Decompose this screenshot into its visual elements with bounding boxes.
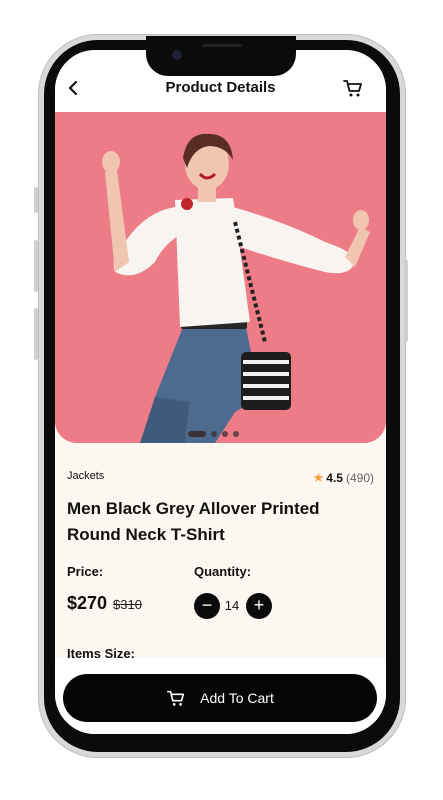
carousel-dot-active[interactable] xyxy=(188,431,206,437)
volume-down-button xyxy=(34,308,38,360)
quantity-label: Quantity: xyxy=(194,564,252,579)
product-title: Men Black Grey Allover Printed Round Nec… xyxy=(67,499,320,544)
power-button xyxy=(404,260,408,342)
header-cart-button[interactable] xyxy=(342,77,364,99)
carousel-dot[interactable] xyxy=(222,431,228,437)
product-image[interactable] xyxy=(55,112,386,443)
carousel-dots[interactable] xyxy=(188,424,244,437)
rating-value: 4.5 xyxy=(326,471,343,485)
old-price: $310 xyxy=(113,597,142,612)
product-category: Jackets xyxy=(67,470,105,482)
mute-switch xyxy=(34,187,38,213)
quantity-value: 14 xyxy=(224,598,240,613)
shopping-cart-icon xyxy=(167,690,185,706)
product-photo xyxy=(55,112,386,443)
volume-up-button xyxy=(34,240,38,292)
page-title: Product Details xyxy=(165,79,276,96)
price-label: Price: xyxy=(67,564,104,579)
carousel-dot[interactable] xyxy=(233,431,239,437)
rating-count: (490) xyxy=(345,471,374,485)
minus-icon: − xyxy=(201,595,213,615)
carousel-dot[interactable] xyxy=(211,431,217,437)
product-rating: ★ 4.5 (490) xyxy=(313,470,374,486)
plus-icon: + xyxy=(253,595,265,615)
shopping-cart-icon xyxy=(343,80,362,97)
app-screen: Product Details Jackets ★ 4.5 (490) Men … xyxy=(55,50,386,734)
star-icon: ★ xyxy=(312,470,325,485)
current-price: $270 xyxy=(67,593,108,613)
add-to-cart-label: Add To Cart xyxy=(200,690,274,706)
add-to-cart-button[interactable]: Add To Cart xyxy=(63,674,377,722)
camera-icon xyxy=(172,50,182,60)
bottom-action-bar: Add To Cart xyxy=(55,658,386,734)
quantity-increase-button[interactable]: + xyxy=(246,593,272,619)
quantity-decrease-button[interactable]: − xyxy=(194,593,220,619)
phone-notch xyxy=(146,36,296,76)
speaker-grille xyxy=(202,44,242,47)
